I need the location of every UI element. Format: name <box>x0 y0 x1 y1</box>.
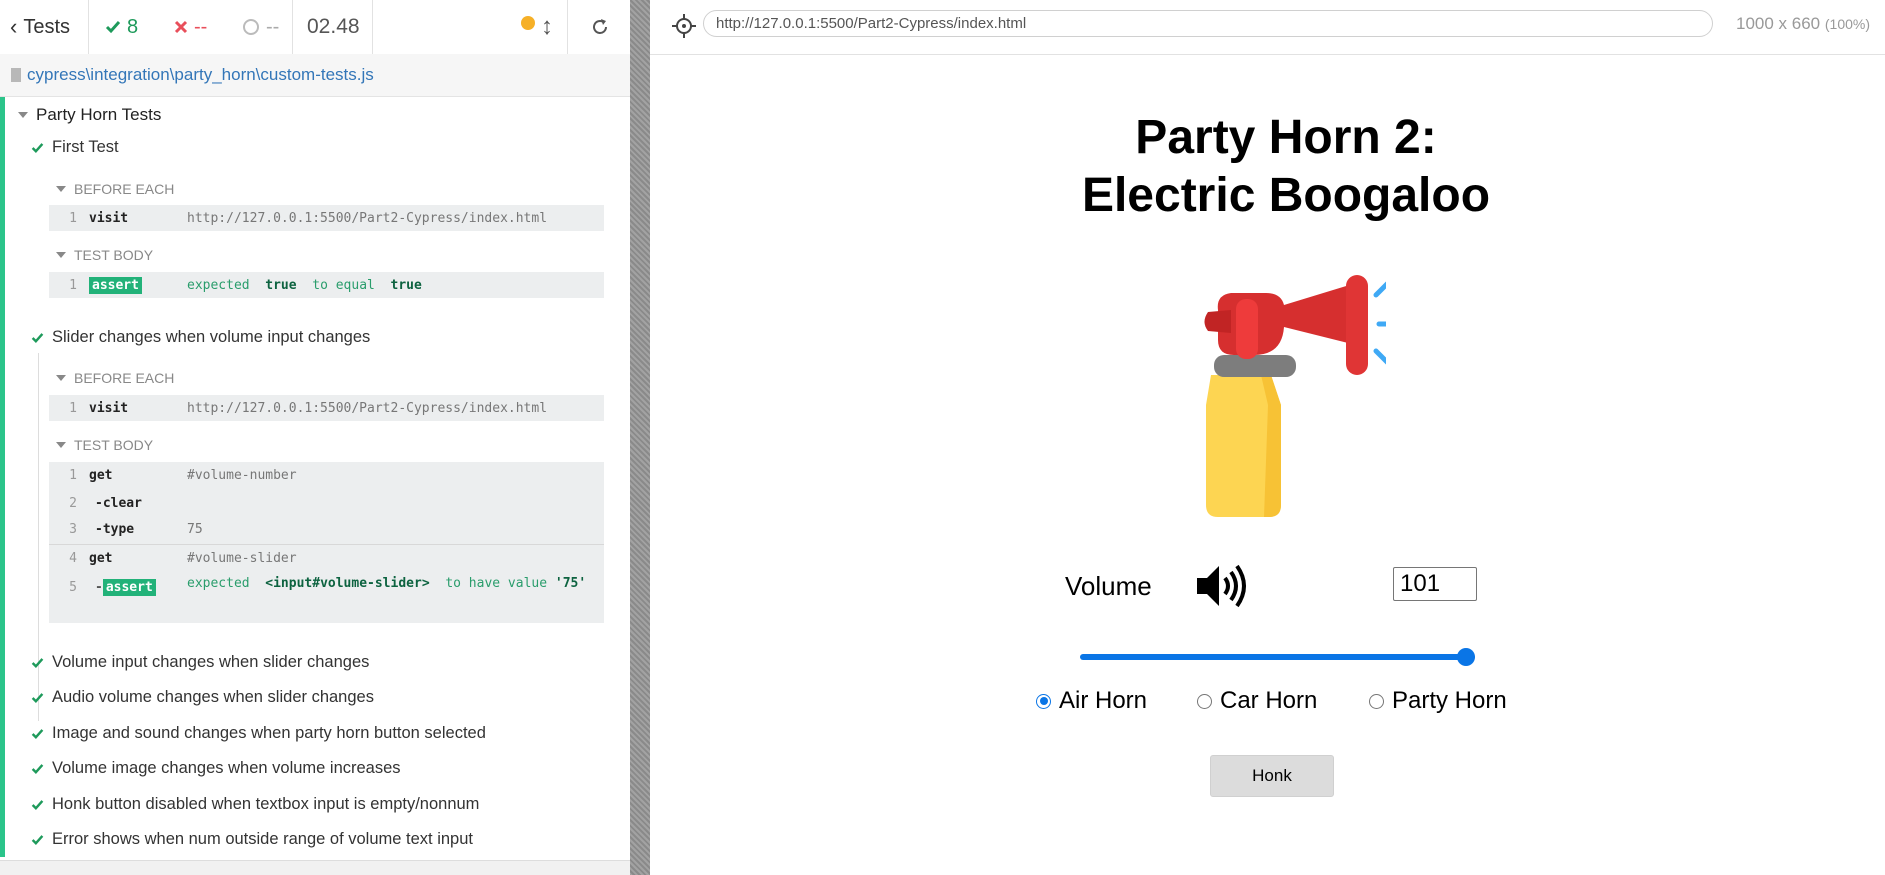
reload-icon <box>593 19 607 34</box>
check-icon <box>31 799 44 810</box>
test-body-header[interactable]: TEST BODY <box>56 247 153 263</box>
aut-url[interactable]: http://127.0.0.1:5500/Part2-Cypress/inde… <box>703 10 1713 37</box>
spec-file-bar: cypress\integration\party_horn\custom-te… <box>0 54 630 97</box>
file-icon <box>11 68 21 82</box>
scroll-toggle-icon[interactable]: ↕ <box>541 0 553 54</box>
command-list: 1 visit http://127.0.0.1:5500/Part2-Cypr… <box>49 205 604 231</box>
test-title[interactable]: Volume image changes when volume increas… <box>31 759 401 778</box>
assert-badge: assert <box>102 578 156 596</box>
failed-value: -- <box>194 15 208 38</box>
command-list: 1 assert expected true to equal true <box>49 272 604 298</box>
caret-down-icon <box>56 186 66 192</box>
chevron-left-icon: ‹ <box>10 14 18 39</box>
duration: 02.48 <box>307 15 360 38</box>
command-row[interactable]: 3 -type 75 <box>49 516 604 542</box>
check-icon <box>31 728 44 739</box>
assert-badge: assert <box>89 276 142 294</box>
command-row[interactable]: 1 visit http://127.0.0.1:5500/Part2-Cypr… <box>49 395 604 421</box>
check-icon <box>31 692 44 703</box>
caret-down-icon <box>56 375 66 381</box>
command-row[interactable]: 5 - assert expected <input#volume-slider>… <box>49 574 604 600</box>
command-row[interactable]: 4 get #volume-slider <box>49 545 604 571</box>
test-title[interactable]: Error shows when num outside range of vo… <box>31 830 473 849</box>
check-icon <box>31 142 44 153</box>
radio-button[interactable] <box>1369 693 1384 709</box>
volume-high-icon <box>1197 564 1246 608</box>
spec-path-link[interactable]: cypress\integration\party_horn\custom-te… <box>27 65 374 85</box>
check-icon <box>31 763 44 774</box>
check-icon <box>105 21 121 34</box>
slider-track <box>1080 654 1475 660</box>
tests-button[interactable]: ‹ Tests <box>10 0 80 54</box>
test-body-header[interactable]: TEST BODY <box>56 437 153 453</box>
check-icon <box>31 834 44 845</box>
selector-playground-button[interactable] <box>668 10 700 42</box>
suite-title[interactable]: Party Horn Tests <box>18 105 161 125</box>
caret-down-icon <box>56 442 66 448</box>
reporter-header: ‹ Tests 8 -- -- 02.48 ↕ <box>0 0 630 55</box>
panel-resize-handle[interactable] <box>630 0 650 875</box>
radio-party-horn[interactable]: Party Horn <box>1369 687 1507 715</box>
crosshair-icon <box>672 14 696 38</box>
test-title[interactable]: Slider changes when volume input changes <box>31 328 370 347</box>
volume-label: Volume <box>1065 571 1152 601</box>
command-row[interactable]: 2 -clear <box>49 490 604 516</box>
radio-air-horn[interactable]: Air Horn <box>1036 687 1147 715</box>
before-each-header[interactable]: BEFORE EACH <box>56 181 174 197</box>
radio-car-horn[interactable]: Car Horn <box>1197 687 1317 715</box>
honk-button[interactable]: Honk <box>1210 755 1334 797</box>
command-row[interactable]: 1 get #volume-number <box>49 462 604 488</box>
test-title[interactable]: Audio volume changes when slider changes <box>31 688 374 707</box>
check-icon <box>31 657 44 668</box>
tests-label: Tests <box>23 15 71 38</box>
pending-value: -- <box>266 15 280 38</box>
pending-count: -- <box>242 0 279 54</box>
failed-count: -- <box>174 0 207 54</box>
check-icon <box>31 332 44 343</box>
volume-number-input[interactable] <box>1393 567 1477 601</box>
radio-button[interactable] <box>1036 693 1051 709</box>
reload-button[interactable] <box>590 0 610 54</box>
air-horn-image <box>1204 275 1386 517</box>
runnables-list: Party Horn Tests First Test BEFORE EACH … <box>0 97 630 875</box>
before-each-header[interactable]: BEFORE EACH <box>56 370 174 386</box>
running-dot-icon <box>521 16 535 30</box>
radio-button[interactable] <box>1197 693 1212 709</box>
x-icon <box>174 20 188 34</box>
test-title[interactable]: Volume input changes when slider changes <box>31 653 369 672</box>
passed-count: 8 <box>105 0 138 54</box>
aut-header: http://127.0.0.1:5500/Part2-Cypress/inde… <box>650 0 1885 55</box>
suite-pass-bar <box>0 97 5 857</box>
slider-thumb[interactable] <box>1457 648 1475 666</box>
command-list: 1 get #volume-number 2 -clear 3 -type 75… <box>49 462 604 623</box>
passed-value: 8 <box>127 15 139 38</box>
command-row[interactable]: 1 visit http://127.0.0.1:5500/Part2-Cypr… <box>49 205 604 231</box>
caret-down-icon <box>18 112 28 118</box>
caret-down-icon <box>56 252 66 258</box>
volume-slider[interactable] <box>1080 647 1475 667</box>
test-title[interactable]: Honk button disabled when textbox input … <box>31 795 479 814</box>
viewport-size: 1000 x 660 (100%) <box>1736 14 1871 33</box>
test-reporter: ‹ Tests 8 -- -- 02.48 ↕ cypress\integrat… <box>0 0 631 875</box>
test-title[interactable]: First Test <box>31 138 119 157</box>
horizontal-scrollbar[interactable] <box>0 860 630 875</box>
command-list: 1 visit http://127.0.0.1:5500/Part2-Cypr… <box>49 395 604 421</box>
command-row[interactable]: 1 assert expected true to equal true <box>49 272 604 298</box>
app-under-test: Party Horn 2: Electric Boogaloo Volume A… <box>650 55 1885 875</box>
page-title: Party Horn 2: Electric Boogaloo <box>1081 111 1491 222</box>
circle-icon <box>243 19 259 35</box>
test-title[interactable]: Image and sound changes when party horn … <box>31 724 486 743</box>
